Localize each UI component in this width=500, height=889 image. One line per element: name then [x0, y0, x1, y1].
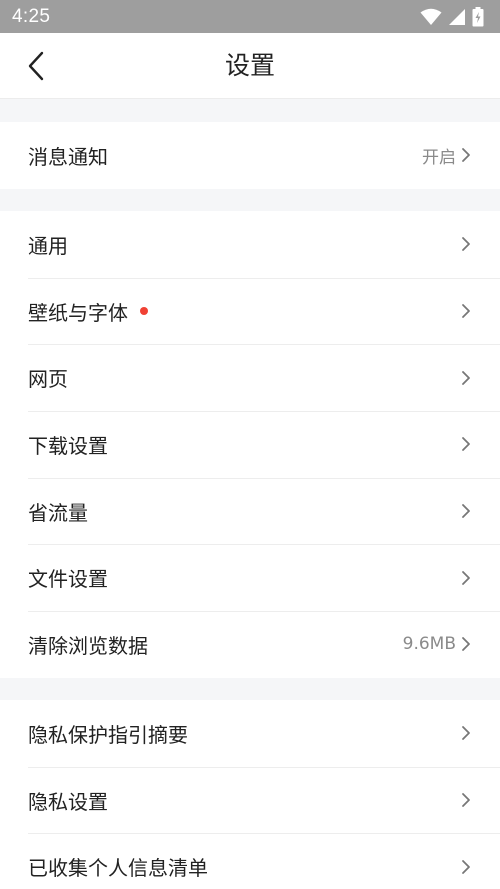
settings-item-label: 已收集个人信息清单: [28, 856, 208, 881]
chevron-right-icon: [462, 304, 470, 318]
settings-item-webpage[interactable]: 网页: [0, 344, 500, 411]
status-icons: [420, 6, 484, 27]
settings-item-label: 网页: [28, 367, 68, 392]
battery-charging-icon: [472, 6, 484, 27]
settings-item-label: 文件设置: [28, 567, 108, 592]
signal-icon: [448, 8, 466, 26]
nav-bar: 设置: [0, 33, 500, 99]
page-title: 设置: [224, 51, 275, 80]
settings-group-notifications: 消息通知 开启: [0, 122, 500, 189]
settings-item-download[interactable]: 下载设置: [0, 411, 500, 478]
settings-item-label: 下载设置: [28, 433, 108, 458]
settings-item-label: 壁纸与字体: [28, 300, 128, 325]
chevron-right-icon: [462, 504, 470, 518]
settings-item-value: 开启: [422, 147, 456, 168]
settings-item-notifications[interactable]: 消息通知 开启: [0, 122, 500, 189]
wifi-icon: [420, 8, 442, 26]
settings-item-label: 隐私保护指引摘要: [28, 722, 188, 747]
chevron-right-icon: [462, 726, 470, 741]
settings-item-wallpaper-font[interactable]: 壁纸与字体: [0, 277, 500, 345]
chevron-right-icon: [462, 859, 470, 874]
settings-item-label: 通用: [28, 233, 68, 258]
chevron-right-icon: [462, 370, 470, 385]
settings-item-privacy-summary[interactable]: 隐私保护指引摘要: [0, 700, 500, 767]
settings-item-label: 隐私设置: [28, 789, 108, 814]
cache-size-value: 9.6MB: [402, 634, 456, 655]
status-time: 4:25: [12, 5, 51, 27]
status-bar: 4:25: [0, 0, 500, 33]
settings-item-label: 清除浏览数据: [28, 633, 148, 658]
chevron-right-icon: [462, 237, 470, 252]
settings-item-privacy-settings[interactable]: 隐私设置: [0, 766, 500, 834]
chevron-right-icon: [462, 148, 470, 163]
new-badge-dot: [140, 307, 148, 316]
settings-item-label: 消息通知: [28, 144, 108, 169]
chevron-right-icon: [462, 637, 470, 652]
settings-group-privacy: 隐私保护指引摘要 隐私设置 已收集个人信息清单: [0, 700, 500, 889]
settings-item-general[interactable]: 通用: [0, 211, 500, 278]
chevron-right-icon: [462, 570, 470, 585]
settings-group-general: 通用 壁纸与字体 网页 下载设置 省流量 文件设置 清除浏览数据 9.6MB: [0, 211, 500, 678]
settings-item-label: 省流量: [28, 500, 88, 525]
settings-item-data-saver[interactable]: 省流量: [0, 477, 500, 545]
settings-item-collected-info-list[interactable]: 已收集个人信息清单: [0, 833, 500, 889]
settings-item-file[interactable]: 文件设置: [0, 544, 500, 611]
chevron-right-icon: [462, 793, 470, 807]
chevron-right-icon: [462, 437, 470, 452]
settings-item-clear-browsing-data[interactable]: 清除浏览数据 9.6MB: [0, 611, 500, 678]
